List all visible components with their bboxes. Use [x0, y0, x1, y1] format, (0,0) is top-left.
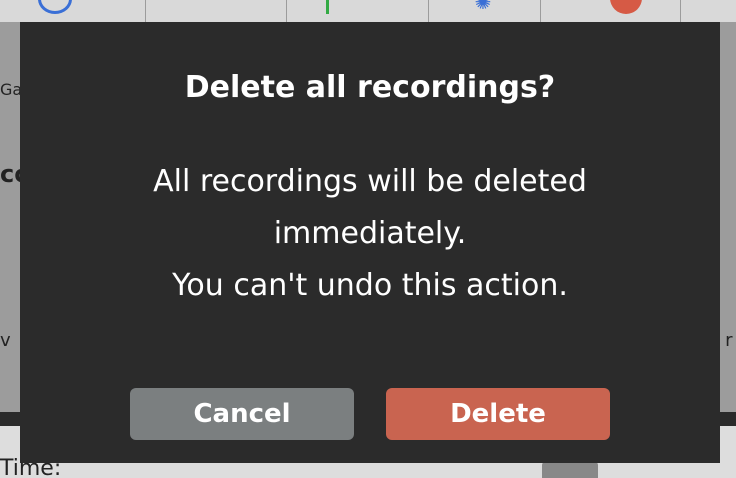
dialog-message-line: immediately. — [273, 216, 467, 251]
delete-button[interactable]: Delete — [386, 388, 610, 440]
toolbar-divider — [680, 0, 681, 22]
dialog-message: All recordings will be deleted immediate… — [100, 156, 640, 312]
level-indicator-icon — [326, 0, 329, 14]
delete-confirmation-dialog: Delete all recordings? All recordings wi… — [20, 22, 720, 463]
dialog-message-line: You can't undo this action. — [172, 268, 568, 303]
left-fragment: v — [0, 330, 11, 351]
brightness-icon: ✺ — [474, 0, 492, 14]
dialog-title: Delete all recordings? — [184, 70, 556, 105]
toolbar-divider — [428, 0, 429, 22]
cancel-button[interactable]: Cancel — [130, 388, 354, 440]
slider-thumb — [542, 462, 598, 478]
toolbar-divider — [540, 0, 541, 22]
dialog-message-line: All recordings will be deleted — [153, 164, 587, 199]
toolbar-divider — [145, 0, 146, 22]
toolbar-divider — [286, 0, 287, 22]
